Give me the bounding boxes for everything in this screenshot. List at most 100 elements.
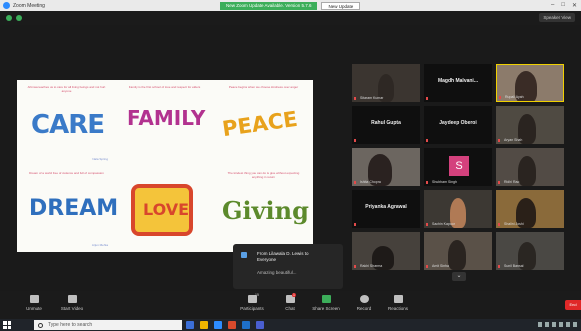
- end-meeting-button[interactable]: End: [565, 300, 581, 310]
- file-explorer-icon[interactable]: [200, 321, 208, 329]
- panel-word: DREAM: [29, 196, 119, 221]
- muted-mic-icon: [426, 223, 428, 226]
- participant-name: Shalini Joshi: [504, 222, 524, 226]
- participant-tile[interactable]: Ridhi Rao: [496, 148, 564, 186]
- muted-microphone-icon: [29, 295, 39, 303]
- panel-caption: The kindest thing you can do is give wit…: [227, 171, 300, 179]
- zoom-taskbar-icon[interactable]: [214, 321, 222, 329]
- participant-tile[interactable]: Amit Sinha: [424, 232, 492, 270]
- tray-icon[interactable]: [545, 322, 549, 327]
- tray-icon[interactable]: [573, 322, 577, 327]
- gallery-next-page-button[interactable]: ⌄: [452, 272, 466, 281]
- window-controls: – □ ✕: [551, 2, 577, 9]
- start-video-label: Start Video: [60, 306, 84, 311]
- muted-mic-icon: [498, 139, 500, 142]
- share-panel: The kindest thing you can do is give wit…: [216, 168, 311, 250]
- tray-icon[interactable]: [552, 322, 556, 327]
- participant-tile[interactable]: Aryan Shah: [496, 106, 564, 144]
- windows-taskbar: Type here to search: [0, 319, 581, 331]
- participant-tile[interactable]: Ishita Chopra: [352, 148, 420, 186]
- share-panel: Dream of a world free of violence and fu…: [19, 168, 118, 250]
- panel-caption: Peace begins when we choose kindness ove…: [228, 85, 299, 89]
- unmute-button[interactable]: Unmute: [14, 295, 54, 311]
- edge-icon[interactable]: [242, 321, 250, 329]
- participant-name: Shubham Singh: [432, 180, 457, 184]
- close-button[interactable]: ✕: [572, 2, 577, 9]
- speaker-view-button[interactable]: Speaker View: [539, 13, 575, 22]
- participant-tile[interactable]: Shalini Joshi: [496, 190, 564, 228]
- participant-avatar: S: [449, 156, 469, 176]
- participant-tile[interactable]: Sitaram Kumar: [352, 64, 420, 102]
- participant-tile[interactable]: Rakhi Sharma: [352, 232, 420, 270]
- taskbar-search-box[interactable]: Type here to search: [34, 320, 182, 330]
- maximize-button[interactable]: □: [561, 2, 565, 9]
- panel-word: PEACE: [220, 106, 300, 142]
- participant-tile[interactable]: Magdh Malvani...: [424, 64, 492, 102]
- tray-icon[interactable]: [538, 322, 542, 327]
- participants-count: 15: [255, 293, 259, 297]
- participant-tile[interactable]: Sachin Kapoor: [424, 190, 492, 228]
- muted-mic-icon: [498, 265, 500, 268]
- windows-start-icon[interactable]: [3, 321, 11, 329]
- update-message: New Zoom Update Available. Version 5.7.6: [220, 2, 318, 10]
- reactions-button[interactable]: Reactions: [378, 295, 418, 311]
- participant-label: Priyanka Agrawal: [365, 204, 407, 210]
- start-video-button[interactable]: Start Video: [52, 295, 92, 311]
- share-panel: LOVE: [117, 168, 212, 250]
- participant-tile[interactable]: Rupali Ayah: [496, 64, 564, 102]
- panel-word: LOVE: [143, 200, 190, 219]
- muted-mic-icon: [354, 223, 356, 226]
- chrome-icon[interactable]: [228, 321, 236, 329]
- chat-unread-badge: 1: [292, 293, 296, 297]
- participant-tile[interactable]: Sunil Bansal: [496, 232, 564, 270]
- share-screen-label: Share Screen: [312, 306, 340, 311]
- panel-caption: Ahimsa teaches us to care for all living…: [27, 85, 106, 93]
- meeting-info-icon[interactable]: [16, 15, 22, 21]
- share-panel: Peace begins when we choose kindness ove…: [216, 82, 311, 164]
- participant-video: [448, 240, 466, 270]
- participant-label: Jaydeep Oberoi: [439, 120, 477, 126]
- participant-tile[interactable]: Rahul Gupta: [352, 106, 420, 144]
- participant-name: Aryan Shah: [504, 138, 523, 142]
- muted-mic-icon: [354, 265, 356, 268]
- muted-mic-icon: [354, 97, 356, 100]
- chat-message: Amazing beautiful...: [257, 270, 297, 275]
- participant-tile[interactable]: Priyanka Agrawal: [352, 190, 420, 228]
- participants-button[interactable]: 15 Participants: [232, 293, 272, 311]
- update-button[interactable]: New Update: [321, 2, 361, 10]
- search-icon: [38, 322, 43, 328]
- muted-mic-icon: [426, 181, 428, 184]
- reactions-icon: [393, 295, 403, 303]
- participant-name: Sunil Bansal: [504, 264, 524, 268]
- participant-name: Rupali Ayah: [505, 95, 524, 99]
- panel-tag: Arjun Mehta: [91, 243, 108, 247]
- minimize-button[interactable]: –: [551, 2, 554, 9]
- muted-mic-icon: [499, 96, 501, 99]
- participant-name: Sachin Kapoor: [432, 222, 455, 226]
- system-tray: [538, 322, 577, 327]
- share-screen-button[interactable]: Share Screen: [306, 295, 346, 311]
- window-title: Zoom Meeting: [13, 2, 45, 9]
- participant-name: Ishita Chopra: [360, 180, 381, 184]
- share-screen-icon: [321, 295, 331, 303]
- chat-button[interactable]: 1 Chat: [270, 293, 310, 311]
- participant-tile[interactable]: Jaydeep Oberoi: [424, 106, 492, 144]
- chat-notification[interactable]: From Lilawala D. Lewis to Everyone Amazi…: [233, 244, 343, 289]
- panel-tag: Nala Spring: [92, 157, 108, 161]
- participant-tile[interactable]: S Shubham Singh: [424, 148, 492, 186]
- share-panel: Family is the first school of love and r…: [117, 82, 212, 164]
- participant-label: Rahul Gupta: [371, 120, 401, 126]
- unmute-label: Unmute: [26, 306, 42, 311]
- chat-label: Chat: [285, 306, 295, 311]
- security-shield-icon[interactable]: [6, 15, 12, 21]
- zoom-app-icon: [3, 2, 10, 9]
- meeting-toolbar: Unmute Start Video 15 Participants 1 Cha…: [0, 291, 581, 319]
- app-icon[interactable]: [256, 321, 264, 329]
- tray-icon[interactable]: [559, 322, 563, 327]
- tray-icon[interactable]: [566, 322, 570, 327]
- search-placeholder: Type here to search: [48, 322, 93, 328]
- video-off-icon: [67, 295, 77, 303]
- taskview-icon[interactable]: [186, 321, 194, 329]
- muted-mic-icon: [426, 265, 428, 268]
- participants-label: Participants: [240, 306, 264, 311]
